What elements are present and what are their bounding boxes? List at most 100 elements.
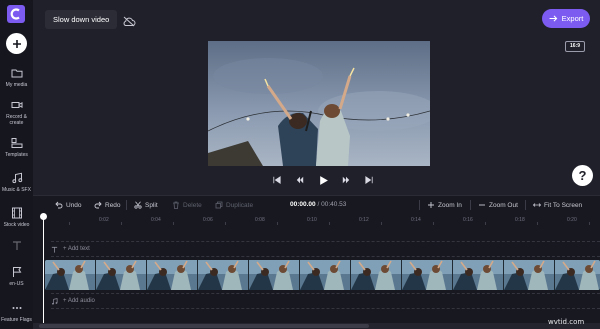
fast-forward-icon[interactable] — [340, 174, 352, 186]
sidebar-item-templates[interactable]: Templates — [0, 137, 33, 158]
text-icon — [51, 246, 58, 253]
toolbar-divider — [470, 200, 471, 210]
sidebar-item-label: Record & create — [6, 114, 27, 126]
export-button[interactable]: Export — [542, 9, 590, 28]
sidebar-item-label: en-US — [9, 281, 24, 287]
plus-icon — [12, 39, 21, 48]
sidebar-item-record-create[interactable]: Record & create — [0, 99, 33, 126]
duplicate-button[interactable]: Duplicate — [215, 196, 253, 214]
track-divider — [51, 308, 600, 309]
video-thumbnails — [45, 260, 600, 290]
undo-button[interactable]: Undo — [55, 196, 82, 214]
duplicate-label: Duplicate — [226, 201, 254, 209]
aspect-ratio-button[interactable]: 16:9 — [565, 41, 585, 52]
skip-to-end-icon[interactable] — [363, 174, 375, 186]
ruler-tick — [485, 222, 486, 225]
ruler-tick — [537, 222, 538, 225]
sidebar: My media Record & create Templates Music… — [0, 0, 33, 329]
ruler-tick — [69, 222, 70, 225]
playhead[interactable] — [43, 216, 44, 329]
rewind-icon[interactable] — [294, 174, 306, 186]
fit-to-screen-label: Fit To Screen — [544, 201, 583, 209]
ruler-tick — [329, 222, 330, 225]
project-title[interactable]: Slow down video — [45, 10, 118, 29]
sidebar-item-feature-flags[interactable]: Feature Flags — [0, 302, 33, 323]
video-preview[interactable] — [208, 41, 430, 166]
timecode-display: 00:00.00 / 00:40.53 — [290, 196, 346, 214]
tick-label: 0:06 — [203, 217, 213, 223]
tick-label: 0:14 — [411, 217, 421, 223]
ruler-tick — [121, 222, 122, 225]
ruler-tick — [225, 222, 226, 225]
video-clip[interactable] — [45, 260, 600, 290]
timeline-toolbar: Undo Redo Split Delete Duplicate 00:00.0… — [33, 195, 600, 213]
scissors-icon — [134, 201, 142, 209]
sidebar-item-label: Stock video — [3, 222, 30, 228]
minus-icon — [479, 204, 485, 206]
ruler-tick — [589, 222, 590, 225]
ruler-tick — [173, 222, 174, 225]
track-divider — [51, 293, 600, 294]
time-ruler[interactable]: 0:02 0:04 0:06 0:08 0:10 0:12 0:14 0:16 … — [33, 213, 600, 227]
music-note-icon — [11, 172, 22, 184]
tick-label: 0:04 — [151, 217, 161, 223]
redo-button[interactable]: Redo — [94, 196, 121, 214]
redo-icon — [94, 201, 102, 209]
track-divider — [51, 241, 600, 242]
video-camera-icon — [11, 101, 22, 109]
sidebar-item-label: Music & SFX — [2, 187, 31, 193]
playback-controls — [271, 172, 375, 188]
zoom-in-button[interactable]: Zoom In — [427, 196, 462, 214]
timeline-scrollbar[interactable] — [33, 323, 600, 329]
fit-to-screen-button[interactable]: Fit To Screen — [533, 196, 582, 214]
total-duration: 00:40.53 — [321, 201, 347, 208]
tick-label: 0:18 — [515, 217, 525, 223]
sidebar-item-my-media[interactable]: My media — [0, 67, 33, 88]
tick-label: 0:10 — [307, 217, 317, 223]
play-icon[interactable] — [317, 174, 329, 186]
add-media-button[interactable] — [6, 33, 27, 54]
clipchamp-logo-icon[interactable] — [7, 5, 25, 23]
current-time: 00:00.00 — [290, 201, 316, 208]
ruler-tick — [277, 222, 278, 225]
playhead-handle[interactable] — [40, 213, 47, 220]
track-divider — [51, 256, 600, 257]
export-label: Export — [561, 14, 584, 23]
music-note-icon — [52, 297, 58, 305]
add-audio-track[interactable]: + Add audio — [51, 295, 95, 307]
toolbar-divider — [525, 200, 526, 210]
scrollbar-thumb[interactable] — [39, 324, 369, 328]
arrow-right-icon — [549, 15, 557, 22]
split-button[interactable]: Split — [134, 196, 158, 214]
tick-label: 0:08 — [255, 217, 265, 223]
sidebar-item-label: My media — [5, 82, 28, 88]
add-text-track[interactable]: + Add text — [51, 243, 90, 255]
tick-label: 0:20 — [567, 217, 577, 223]
sidebar-item-label: Templates — [5, 152, 28, 158]
plus-icon — [428, 202, 434, 208]
undo-label: Undo — [66, 201, 82, 209]
fit-arrows-icon — [533, 203, 541, 207]
flag-icon — [12, 267, 21, 277]
toolbar-divider — [419, 200, 420, 210]
ruler-tick — [381, 222, 382, 225]
trash-icon — [173, 201, 179, 209]
help-button[interactable]: ? — [572, 165, 593, 186]
ruler-tick — [433, 222, 434, 225]
skip-to-start-icon[interactable] — [271, 174, 283, 186]
zoom-out-button[interactable]: Zoom Out — [478, 196, 518, 214]
delete-button[interactable]: Delete — [172, 196, 202, 214]
sidebar-item-language[interactable]: en-US — [0, 266, 33, 287]
tick-label: 0:16 — [463, 217, 473, 223]
text-icon — [12, 241, 21, 250]
more-dots-icon — [12, 307, 21, 309]
sidebar-item-text[interactable] — [0, 240, 33, 252]
undo-icon — [55, 201, 63, 209]
timeline[interactable]: 0:02 0:04 0:06 0:08 0:10 0:12 0:14 0:16 … — [33, 213, 600, 329]
templates-icon — [11, 138, 22, 148]
sidebar-item-music-sfx[interactable]: Music & SFX — [0, 172, 33, 193]
delete-label: Delete — [183, 201, 202, 209]
sidebar-item-stock-video[interactable]: Stock video — [0, 207, 33, 228]
cloud-off-icon[interactable] — [122, 14, 136, 27]
sidebar-item-label: Feature Flags — [1, 317, 32, 323]
